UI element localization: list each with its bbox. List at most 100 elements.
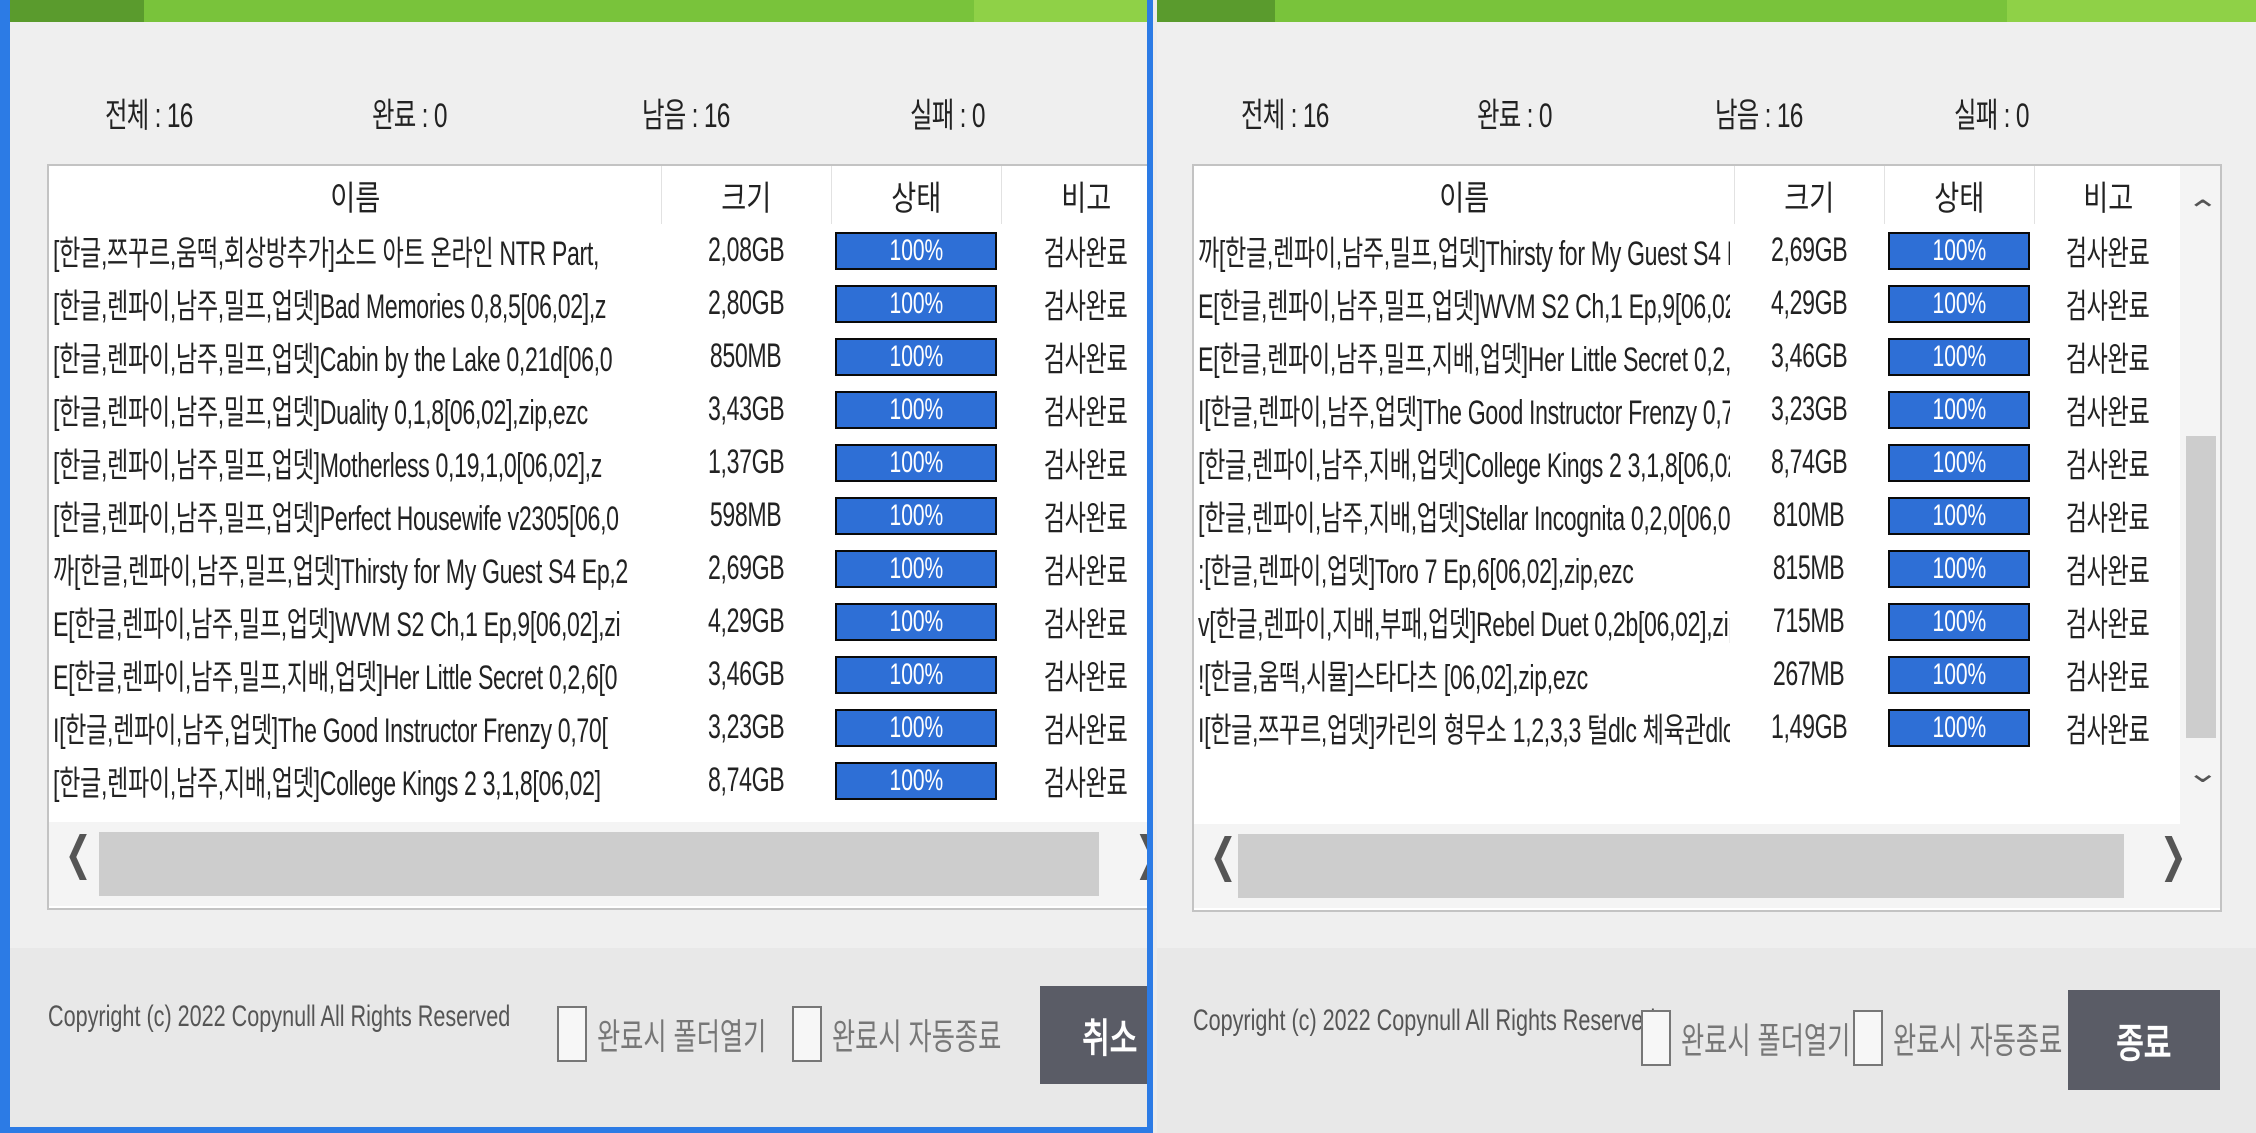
status-note: 검사완료 (2066, 288, 2150, 326)
list-item[interactable]: [한글,렌파이,남주,밀프,업뎃]Bad Memories 0,8,5[06,0… (49, 277, 1147, 330)
status-note: 검사완료 (1044, 712, 1128, 750)
file-name: E[한글,렌파이,남주,밀프,지배,업뎃]Her Little Secret 0… (1198, 341, 1730, 379)
status-note: 검사완료 (2066, 553, 2150, 591)
scroll-right-icon[interactable]: ❯ (2160, 828, 2187, 882)
scroll-down-icon[interactable]: ⌄ (2186, 757, 2220, 789)
scroll-left-icon[interactable]: ❮ (1210, 828, 1237, 882)
stat-failed: 실패 : 0 (910, 97, 985, 135)
progress-bar: 100% (835, 338, 997, 376)
stat-remaining: 남음 : 16 (642, 97, 730, 135)
progress-header-bar (1157, 0, 2256, 22)
list-item[interactable]: E[한글,렌파이,남주,밀프,업뎃]WVM S2 Ch,1 Ep,9[06,02… (1194, 277, 2182, 330)
list-item[interactable]: [한글,렌파이,남주,지배,업뎃]College Kings 2 3,1,8[0… (49, 754, 1147, 807)
vertical-scrollbar[interactable]: ⌃ ⌄ (2180, 166, 2220, 824)
checkbox-box[interactable] (792, 1006, 822, 1062)
file-size: 3,23GB (1770, 390, 1848, 428)
file-size: 3,46GB (1770, 337, 1848, 375)
status-note: 검사완료 (1044, 394, 1128, 432)
file-list[interactable]: 이름 크기 상태 비고 [한글,쯔꾸르,움떡,회상방추가]소드 아트 온라인 N… (47, 164, 1147, 910)
list-item[interactable]: [한글,렌파이,남주,밀프,업뎃]Motherless 0,19,1,0[06,… (49, 436, 1147, 489)
file-name: I[한글,쯔꾸르,업뎃]카린의 형무소 1,2,3,3 털dlc 체육관dlc[… (1198, 712, 1730, 750)
progress-bar: 100% (1888, 338, 2030, 376)
status-note: 검사완료 (1044, 553, 1128, 591)
stats-bar: 전체 : 16 완료 : 0 남음 : 16 실패 : 0 (10, 88, 1147, 135)
status-note: 검사완료 (2066, 659, 2150, 697)
progress-header-bar (10, 0, 1147, 22)
column-header-status[interactable]: 상태 (831, 166, 1002, 224)
file-list[interactable]: 이름 크기 상태 비고 까[한글,렌파이,남주,밀프,업뎃]Thirsty fo… (1192, 164, 2222, 912)
file-size: 2,69GB (707, 549, 785, 587)
list-item[interactable]: 까[한글,렌파이,남주,밀프,업뎃]Thirsty for My Guest S… (1194, 224, 2182, 277)
scrollbar-thumb[interactable] (2186, 436, 2216, 738)
file-size: 267MB (1773, 655, 1845, 693)
horizontal-scrollbar[interactable]: ❮ ❯ (49, 822, 1147, 906)
scroll-left-icon[interactable]: ❮ (65, 826, 92, 880)
stat-done: 완료 : 0 (1477, 97, 1552, 135)
progress-bar: 100% (1888, 285, 2030, 323)
file-name: [한글,렌파이,남주,밀프,업뎃]Perfect Housewife v2305… (53, 500, 619, 538)
list-item[interactable]: I[한글,쯔꾸르,업뎃]카린의 형무소 1,2,3,3 털dlc 체육관dlc[… (1194, 701, 2182, 754)
column-header-note[interactable]: 비고 (1001, 166, 1147, 224)
progress-bar: 100% (1888, 391, 2030, 429)
column-header-name[interactable]: 이름 (1194, 166, 1735, 224)
stat-remaining: 남음 : 16 (1715, 97, 1803, 135)
progress-bar: 100% (835, 285, 997, 323)
stat-total: 전체 : 16 (105, 97, 193, 135)
scrollbar-track[interactable] (99, 832, 1099, 896)
status-note: 검사완료 (2066, 712, 2150, 750)
file-size: 1,37GB (707, 443, 785, 481)
file-name: E[한글,렌파이,남주,밀프,지배,업뎃]Her Little Secret 0… (53, 659, 618, 697)
column-header-size[interactable]: 크기 (1734, 166, 1885, 224)
status-note: 검사완료 (2066, 394, 2150, 432)
file-name: v[한글,렌파이,지배,부패,업뎃]Rebel Duet 0,2b[06,02]… (1198, 606, 1730, 644)
footer: Copyright (c) 2022 Copynull All Rights R… (10, 948, 1147, 1127)
column-header-size[interactable]: 크기 (661, 166, 832, 224)
progress-bar: 100% (835, 762, 997, 800)
list-item[interactable]: E[한글,렌파이,남주,밀프,업뎃]WVM S2 Ch,1 Ep,9[06,02… (49, 595, 1147, 648)
list-item[interactable]: E[한글,렌파이,남주,밀프,지배,업뎃]Her Little Secret 0… (49, 648, 1147, 701)
progress-bar: 100% (835, 391, 997, 429)
list-item[interactable]: I[한글,렌파이,남주,업뎃]The Good Instructor Frenz… (1194, 383, 2182, 436)
progress-bar: 100% (835, 444, 997, 482)
list-item[interactable]: I[한글,렌파이,남주,업뎃]The Good Instructor Frenz… (49, 701, 1147, 754)
progress-bar: 100% (1888, 709, 2030, 747)
checkbox-box[interactable] (557, 1006, 587, 1062)
list-item[interactable]: ![한글,움떡,시뮬]스타다츠 [06,02],zip,ezc 267MB 100%… (1194, 648, 2182, 701)
list-item[interactable]: [한글,렌파이,남주,밀프,업뎃]Perfect Housewife v2305… (49, 489, 1147, 542)
list-item[interactable]: E[한글,렌파이,남주,밀프,지배,업뎃]Her Little Secret 0… (1194, 330, 2182, 383)
status-note: 검사완료 (2066, 235, 2150, 273)
progress-bar: 100% (1888, 444, 2030, 482)
column-header-note[interactable]: 비고 (2034, 166, 2182, 224)
list-item[interactable]: [한글,렌파이,남주,지배,업뎃]College Kings 2 3,1,8[0… (1194, 436, 2182, 489)
file-size: 2,08GB (707, 231, 785, 269)
scrollbar-track[interactable] (1238, 834, 2124, 898)
checkbox-box[interactable] (1641, 1010, 1671, 1066)
file-size: 810MB (1773, 496, 1845, 534)
progress-bar: 100% (835, 603, 997, 641)
list-item[interactable]: [한글,렌파이,남주,밀프,업뎃]Duality 0,1,8[06,02],zi… (49, 383, 1147, 436)
checkbox-box[interactable] (1853, 1010, 1883, 1066)
progress-bar: 100% (1888, 603, 2030, 641)
cancel-button[interactable]: 취소 (1040, 986, 1147, 1084)
list-item[interactable]: :[한글,렌파이,업뎃]Toro 7 Ep,6[06,02],zip,ezc 81… (1194, 542, 2182, 595)
file-name: E[한글,렌파이,남주,밀프,업뎃]WVM S2 Ch,1 Ep,9[06,02… (1198, 288, 1730, 326)
list-item[interactable]: 까[한글,렌파이,남주,밀프,업뎃]Thirsty for My Guest S… (49, 542, 1147, 595)
column-header-name[interactable]: 이름 (49, 166, 662, 224)
status-note: 검사완료 (1044, 659, 1128, 697)
progress-bar: 100% (835, 497, 997, 535)
horizontal-scrollbar[interactable]: ❮ ❯ (1194, 824, 2220, 908)
file-name: ![한글,움떡,시뮬]스타다츠 [06,02],zip,ezc (1198, 659, 1588, 697)
file-size: 715MB (1773, 602, 1845, 640)
auto-exit-checkbox[interactable]: 완료시 자동종료 (792, 1006, 1074, 1062)
list-item[interactable]: [한글,렌파이,남주,밀프,업뎃]Cabin by the Lake 0,21d… (49, 330, 1147, 383)
auto-exit-label: 완료시 자동종료 (1893, 1020, 2063, 1061)
column-header-status[interactable]: 상태 (1884, 166, 2035, 224)
scroll-up-icon[interactable]: ⌃ (2186, 195, 2220, 227)
close-button[interactable]: 종료 (2068, 990, 2220, 1090)
list-item[interactable]: v[한글,렌파이,지배,부패,업뎃]Rebel Duet 0,2b[06,02]… (1194, 595, 2182, 648)
scroll-right-icon[interactable]: ❯ (1135, 826, 1147, 880)
list-item[interactable]: [한글,쯔꾸르,움떡,회상방추가]소드 아트 온라인 NTR Part, 2,08… (49, 224, 1147, 277)
stat-failed: 실패 : 0 (1954, 97, 2029, 135)
list-item[interactable]: [한글,렌파이,남주,지배,업뎃]Stellar Incognita 0,2,0… (1194, 489, 2182, 542)
list-header: 이름 크기 상태 비고 (49, 166, 1147, 224)
